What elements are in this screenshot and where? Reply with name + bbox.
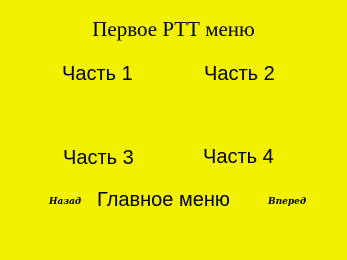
part-2-button[interactable]: Часть 2 — [204, 62, 275, 86]
part-4-button[interactable]: Часть 4 — [203, 145, 274, 169]
page-title: Первое РТТ меню — [92, 17, 255, 41]
part-1-button[interactable]: Часть 1 — [62, 62, 133, 86]
menu-screen: Первое РТТ меню Часть 1 Часть 2 Часть 3 … — [0, 0, 347, 260]
forward-button[interactable]: Вперед — [268, 196, 306, 208]
back-button[interactable]: Назад — [49, 196, 81, 208]
main-menu-button[interactable]: Главное меню — [97, 188, 230, 212]
part-3-button[interactable]: Часть 3 — [63, 146, 134, 170]
